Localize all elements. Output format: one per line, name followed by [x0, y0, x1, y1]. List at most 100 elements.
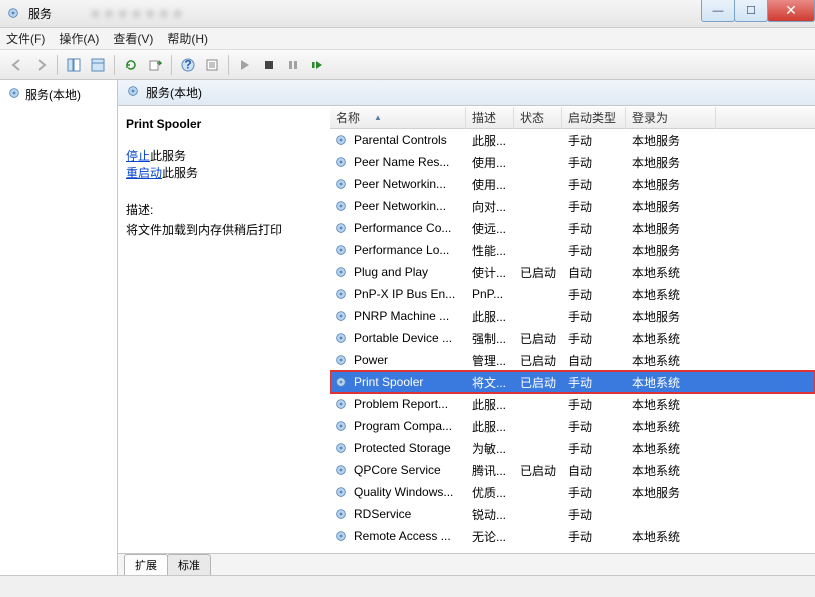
properties-pane-button[interactable]: [87, 54, 109, 76]
window-title: 服务: [28, 5, 52, 22]
properties-button[interactable]: [201, 54, 223, 76]
sort-asc-icon: ▲: [374, 113, 382, 122]
menu-bar: 文件(F) 操作(A) 查看(V) 帮助(H): [0, 28, 815, 50]
refresh-button[interactable]: [120, 54, 142, 76]
service-row[interactable]: Portable Device ...强制...已启动手动本地系统: [330, 327, 815, 349]
service-icon: [330, 353, 348, 367]
restart-service-button[interactable]: [306, 54, 328, 76]
right-pane: 服务(本地) Print Spooler 停止此服务 重启动此服务 描述: 将文…: [118, 80, 815, 575]
service-icon: [330, 309, 348, 323]
col-header-desc[interactable]: 描述: [466, 107, 514, 129]
toolbar: ?: [0, 50, 815, 80]
show-hide-tree-button[interactable]: [63, 54, 85, 76]
cell-name: Remote Access ...: [348, 529, 466, 543]
service-row[interactable]: Peer Networkin...使用...手动本地服务: [330, 173, 815, 195]
service-row[interactable]: PnP-X IP Bus En...PnP...手动本地系统: [330, 283, 815, 305]
cell-logon: 本地服务: [626, 484, 716, 501]
panel-heading: 服务(本地): [146, 84, 202, 101]
cell-desc: 使远...: [466, 220, 514, 237]
menu-action[interactable]: 操作(A): [59, 30, 99, 47]
pause-service-button[interactable]: [282, 54, 304, 76]
service-row[interactable]: Peer Name Res...使用...手动本地服务: [330, 151, 815, 173]
service-icon: [330, 507, 348, 521]
service-row[interactable]: Performance Co...使远...手动本地服务: [330, 217, 815, 239]
back-button[interactable]: [6, 54, 28, 76]
cell-startup: 手动: [562, 286, 626, 303]
service-row[interactable]: RDService锐动...手动: [330, 503, 815, 525]
close-button[interactable]: ✕: [767, 0, 815, 22]
description-text: 将文件加载到内存供稍后打印: [126, 221, 322, 238]
cell-name: Performance Lo...: [348, 243, 466, 257]
cell-logon: 本地服务: [626, 132, 716, 149]
cell-startup: 手动: [562, 198, 626, 215]
cell-logon: 本地系统: [626, 418, 716, 435]
cell-name: QPCore Service: [348, 463, 466, 477]
list-rows[interactable]: Parental Controls此服...手动本地服务Peer Name Re…: [330, 129, 815, 553]
service-icon: [330, 485, 348, 499]
cell-startup: 手动: [562, 308, 626, 325]
cell-logon: 本地服务: [626, 220, 716, 237]
col-header-logon[interactable]: 登录为: [626, 107, 716, 129]
cell-startup: 手动: [562, 374, 626, 391]
maximize-button[interactable]: ☐: [734, 0, 768, 22]
cell-desc: 腾讯...: [466, 462, 514, 479]
menu-view[interactable]: 查看(V): [113, 30, 153, 47]
cell-startup: 手动: [562, 484, 626, 501]
cell-desc: 向对...: [466, 198, 514, 215]
cell-logon: 本地系统: [626, 528, 716, 545]
service-icon: [330, 419, 348, 433]
cell-status: 已启动: [514, 352, 562, 369]
service-icon: [330, 397, 348, 411]
cell-startup: 手动: [562, 132, 626, 149]
window-controls: — ☐ ✕: [702, 0, 815, 22]
cell-startup: 手动: [562, 330, 626, 347]
service-row[interactable]: PNRP Machine ...此服...手动本地服务: [330, 305, 815, 327]
stop-service-button[interactable]: [258, 54, 280, 76]
service-row[interactable]: Quality Windows...优质...手动本地服务: [330, 481, 815, 503]
start-service-button[interactable]: [234, 54, 256, 76]
service-icon: [330, 463, 348, 477]
service-row[interactable]: Print Spooler将文...已启动手动本地系统: [330, 371, 815, 393]
cell-name: Problem Report...: [348, 397, 466, 411]
cell-name: Performance Co...: [348, 221, 466, 235]
minimize-button[interactable]: —: [701, 0, 735, 22]
service-row[interactable]: Remote Access ...无论...手动本地系统: [330, 525, 815, 547]
cell-logon: 本地服务: [626, 242, 716, 259]
service-row[interactable]: Peer Networkin...向对...手动本地服务: [330, 195, 815, 217]
cell-startup: 手动: [562, 396, 626, 413]
tree-root-item[interactable]: 服务(本地): [4, 84, 113, 105]
cell-logon: 本地服务: [626, 154, 716, 171]
tab-standard[interactable]: 标准: [167, 554, 211, 575]
cell-startup: 手动: [562, 242, 626, 259]
service-row[interactable]: Plug and Play使计...已启动自动本地系统: [330, 261, 815, 283]
cell-startup: 自动: [562, 264, 626, 281]
cell-startup: 自动: [562, 462, 626, 479]
forward-button[interactable]: [30, 54, 52, 76]
restart-service-link[interactable]: 重启动: [126, 166, 162, 180]
cell-startup: 手动: [562, 506, 626, 523]
cell-status: 已启动: [514, 330, 562, 347]
menu-help[interactable]: 帮助(H): [167, 30, 208, 47]
col-header-name[interactable]: 名称▲: [330, 107, 466, 129]
cell-logon: 本地系统: [626, 352, 716, 369]
service-row[interactable]: Problem Report...此服...手动本地系统: [330, 393, 815, 415]
export-button[interactable]: [144, 54, 166, 76]
menu-file[interactable]: 文件(F): [6, 30, 45, 47]
tab-extended[interactable]: 扩展: [124, 554, 168, 575]
col-header-startup[interactable]: 启动类型: [562, 107, 626, 129]
service-row[interactable]: Protected Storage为敏...手动本地系统: [330, 437, 815, 459]
help-button[interactable]: ?: [177, 54, 199, 76]
service-icon: [330, 331, 348, 345]
restart-service-line: 重启动此服务: [126, 164, 322, 181]
service-row[interactable]: QPCore Service腾讯...已启动自动本地系统: [330, 459, 815, 481]
stop-service-link[interactable]: 停止: [126, 149, 150, 163]
service-row[interactable]: Program Compa...此服...手动本地系统: [330, 415, 815, 437]
service-row[interactable]: Parental Controls此服...手动本地服务: [330, 129, 815, 151]
service-row[interactable]: Power管理...已启动自动本地系统: [330, 349, 815, 371]
cell-desc: 此服...: [466, 132, 514, 149]
panel-header: 服务(本地): [118, 80, 815, 106]
cell-logon: 本地系统: [626, 286, 716, 303]
cell-name: Peer Networkin...: [348, 199, 466, 213]
service-row[interactable]: Performance Lo...性能...手动本地服务: [330, 239, 815, 261]
col-header-status[interactable]: 状态: [514, 107, 562, 129]
